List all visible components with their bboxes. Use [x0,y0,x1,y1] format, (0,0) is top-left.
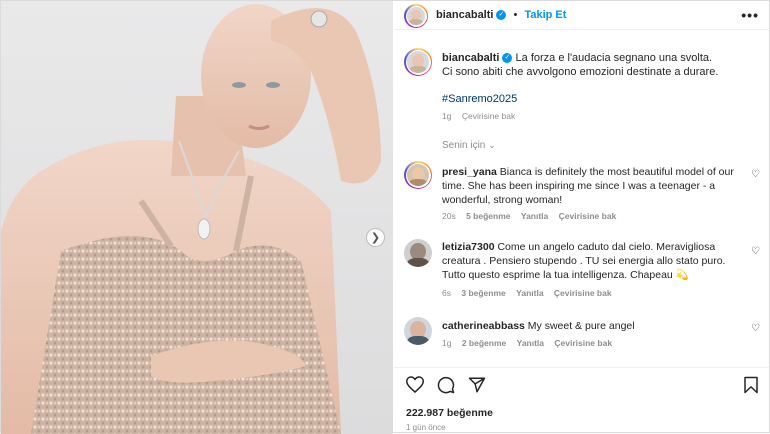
verified-badge-icon: ✓ [502,53,513,64]
comment-likes[interactable]: 2 beğenme [462,338,506,348]
comment-item: letizia7300 Come un angelo caduto dal ci… [404,237,764,303]
chevron-right-icon: ❯ [370,232,381,244]
comment-time: 20s [442,211,456,221]
caption-text-1: La forza e l'audacia segnano una svolta. [515,52,713,64]
commenter-avatar[interactable] [404,161,432,189]
separator: • [513,9,518,21]
caption-username[interactable]: biancabalti [442,52,499,64]
comment-filter-label: Senin için [442,140,486,151]
next-photo-button[interactable]: ❯ [366,228,385,247]
comment-translate-link[interactable]: Çevirisine bak [554,338,612,348]
likes-count[interactable]: 222.987 beğenme [406,407,493,419]
post-actions: 222.987 beğenme 1 gün önce [394,367,770,434]
comment-translate-link[interactable]: Çevirisine bak [554,288,612,298]
comment-meta: 20s 5 beğenme Yanıtla Çevirisine bak [442,211,624,221]
caption-meta: 1g Çevirisine bak [442,109,760,123]
post-caption: biancabalti ✓ La forza e l'audacia segnan… [442,51,760,123]
caption-avatar[interactable] [404,48,432,76]
comment-reply-button[interactable]: Yanıtla [521,211,548,221]
follow-button[interactable]: Takip Et [524,9,566,21]
comment-meta: 1g 2 beğenme Yanıtla Çevirisine bak [442,338,620,348]
more-options-icon[interactable]: ••• [741,7,759,23]
post-details-panel: biancabalti ✓ • Takip Et ••• biancabalti ✓… [394,1,770,434]
comment-item: catherineabbass My sweet & pure angel 1g… [404,315,764,355]
comment-text: My sweet & pure angel [527,320,635,332]
commenter-username[interactable]: catherineabbass [442,320,525,332]
photo-illustration [1,4,381,434]
post-photo[interactable]: ❯ [1,1,393,434]
commenter-username[interactable]: letizia7300 [442,241,495,253]
comment-like-heart-icon[interactable]: ♡ [751,246,760,257]
comment-like-heart-icon[interactable]: ♡ [751,323,760,334]
comment-body: letizia7300 Come un angelo caduto dal ci… [442,240,747,283]
comment-translate-link[interactable]: Çevirisine bak [559,211,617,221]
comment-time: 6s [442,288,451,298]
comment-body: presi_yana Bianca is definitely the most… [442,165,747,208]
caption-time: 1g [442,111,452,121]
commenter-avatar[interactable] [404,239,432,267]
caption-hashtag[interactable]: #Sanremo2025 [442,92,760,106]
commenter-username[interactable]: presi_yana [442,166,497,178]
verified-badge-icon: ✓ [496,10,507,21]
post-timestamp: 1 gün önce [406,423,446,432]
caption-text-2: Ci sono abiti che avvolgono emozioni des… [442,66,719,78]
author-line: biancabalti ✓ • Takip Et [436,9,566,21]
heart-icon[interactable] [405,376,425,396]
comment-item: presi_yana Bianca is definitely the most… [404,159,764,225]
paper-plane-icon[interactable] [468,376,486,397]
bookmark-icon[interactable] [743,376,759,397]
caption-line-1: biancabalti ✓ La forza e l'audacia segnan… [442,51,760,65]
comment-icon[interactable] [437,376,455,397]
comment-meta: 6s 3 beğenme Yanıtla Çevirisine bak [442,288,620,298]
commenter-avatar[interactable] [404,317,432,345]
post-modal: ❯ biancabalti ✓ • Takip Et ••• biancabalt… [0,0,770,434]
comment-likes[interactable]: 5 beğenme [466,211,510,221]
comment-body: catherineabbass My sweet & pure angel [442,319,747,333]
comment-time: 1g [442,338,452,348]
comment-reply-button[interactable]: Yanıtla [516,288,543,298]
comment-reply-button[interactable]: Yanıtla [517,338,544,348]
post-header: biancabalti ✓ • Takip Et ••• [394,1,770,30]
comment-filter-dropdown[interactable]: Senin için ⌄ [442,140,496,151]
author-avatar[interactable] [404,4,428,28]
author-username[interactable]: biancabalti [436,9,493,21]
comment-likes[interactable]: 3 beğenme [461,288,505,298]
chevron-down-icon: ⌄ [488,140,496,150]
comment-like-heart-icon[interactable]: ♡ [751,169,760,180]
caption-translate-link[interactable]: Çevirisine bak [462,111,515,121]
